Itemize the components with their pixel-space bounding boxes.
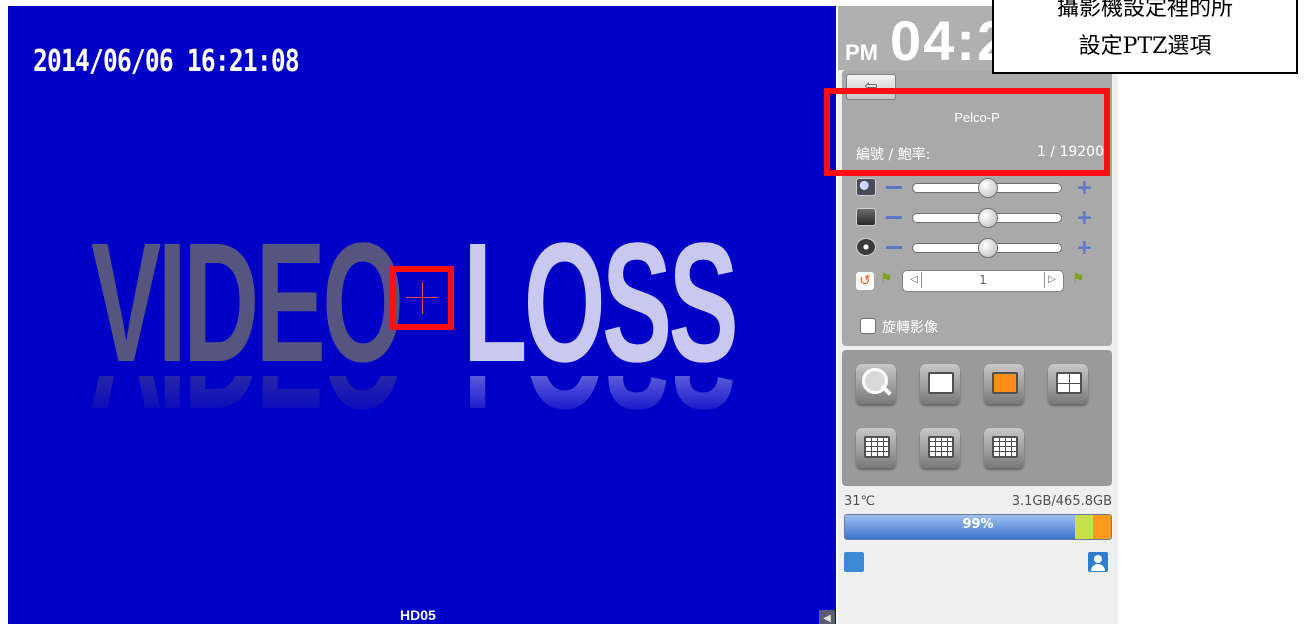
layout-panel bbox=[842, 350, 1112, 486]
zoom-plus-button[interactable]: + bbox=[1076, 177, 1093, 197]
preset-next-button[interactable]: ▷ bbox=[1044, 272, 1059, 288]
ptz-info-highlight bbox=[824, 88, 1110, 176]
video-loss-word-video: VIDEO bbox=[91, 208, 404, 398]
video-word-reflection: VIDEO bbox=[91, 376, 400, 424]
focus-slider-thumb[interactable] bbox=[978, 208, 998, 228]
hdd-usage-percent: 99% bbox=[962, 517, 994, 532]
rotate-image-label: 旋轉影像 bbox=[882, 320, 938, 336]
annotation-callout: 攝影機設定裡的所 設定PTZ選項 bbox=[992, 0, 1298, 74]
osd-timestamp: 2014/06/06 16:21:08 bbox=[33, 44, 300, 79]
preset-selector[interactable]: ◁ 1 ▷ bbox=[902, 270, 1064, 292]
single-layout-button[interactable] bbox=[984, 364, 1024, 404]
zoom-slider[interactable] bbox=[912, 178, 1062, 198]
sixteen-grid-screen-icon bbox=[992, 436, 1018, 458]
loss-word-reflection: LOSS bbox=[463, 376, 735, 424]
iris-slider[interactable] bbox=[912, 238, 1062, 258]
undo-icon[interactable]: ↺ bbox=[856, 272, 874, 290]
focus-icon bbox=[856, 208, 876, 226]
quad-screen-icon bbox=[1056, 372, 1082, 394]
video-loss-word-loss: LOSS bbox=[463, 208, 739, 398]
flag-icon[interactable]: ⚑ bbox=[880, 271, 893, 287]
user-icon[interactable] bbox=[1088, 552, 1108, 572]
go-to-preset-flag-icon[interactable]: ⚑ bbox=[1072, 271, 1085, 287]
preset-value: 1 bbox=[979, 273, 987, 287]
disk-usage-readout: 3.1GB/465.8GB bbox=[1011, 494, 1112, 509]
preset-prev-button[interactable]: ◁ bbox=[907, 272, 922, 288]
video-view[interactable]: 2014/06/06 16:21:08 VIDEO LOSS VIDEO LOS… bbox=[8, 6, 836, 624]
iris-slider-thumb[interactable] bbox=[978, 238, 998, 258]
clock-ampm: PM bbox=[845, 40, 878, 65]
iris-slider-row: + bbox=[856, 236, 1106, 258]
callout-line-1: 攝影機設定裡的所 bbox=[1056, 0, 1233, 21]
iris-icon bbox=[856, 238, 876, 256]
iris-minus-button[interactable] bbox=[886, 246, 902, 249]
rotate-image-checkbox[interactable] bbox=[860, 318, 876, 334]
quad-layout-button[interactable] bbox=[1048, 364, 1088, 404]
nine-grid-screen-icon bbox=[864, 436, 890, 458]
channel-label: HD05 bbox=[400, 607, 436, 623]
zoom-slider-thumb[interactable] bbox=[978, 178, 998, 198]
focus-slider-row: + bbox=[856, 206, 1106, 228]
focus-slider[interactable] bbox=[912, 208, 1062, 228]
temperature-readout: 31℃ bbox=[844, 494, 876, 509]
zoom-icon bbox=[856, 178, 876, 196]
focus-minus-button[interactable] bbox=[886, 216, 902, 219]
search-layout-button[interactable] bbox=[856, 364, 896, 404]
focus-plus-button[interactable]: + bbox=[1076, 207, 1093, 227]
preset-row: ↺ ⚑ ◁ 1 ▷ ⚑ bbox=[856, 270, 1106, 294]
callout-line-2: 設定PTZ選項 bbox=[1078, 34, 1212, 59]
pip-screen-icon bbox=[928, 372, 954, 394]
zoom-slider-row: + bbox=[856, 176, 1106, 198]
collapse-panel-arrow-icon[interactable]: ◀ bbox=[819, 610, 835, 624]
zoom-minus-button[interactable] bbox=[886, 186, 902, 189]
grid16-layout-button[interactable] bbox=[984, 428, 1024, 468]
iris-plus-button[interactable]: + bbox=[1076, 237, 1093, 257]
pip-layout-button[interactable] bbox=[920, 364, 960, 404]
grid13-layout-button[interactable] bbox=[920, 428, 960, 468]
single-screen-icon bbox=[992, 372, 1018, 394]
hdd-usage-bar: 99% bbox=[844, 514, 1112, 540]
thirteen-grid-screen-icon bbox=[928, 436, 954, 458]
grid9-layout-button[interactable] bbox=[856, 428, 896, 468]
network-icon[interactable] bbox=[844, 552, 864, 572]
ptz-crosshair-highlight bbox=[390, 266, 454, 330]
